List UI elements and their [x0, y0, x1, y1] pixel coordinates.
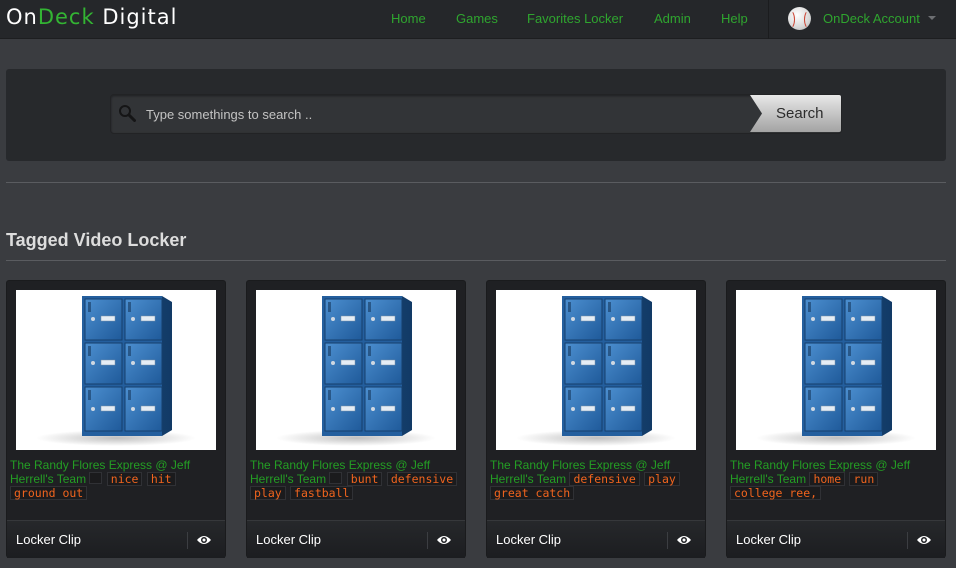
tag-chip[interactable]: hit	[146, 472, 176, 486]
brand-logo[interactable]: OnDeck Digital	[6, 5, 177, 29]
locker-card: The Randy Flores Express @ Jeff Herrell'…	[726, 280, 946, 558]
search-input[interactable]	[146, 104, 736, 124]
nav-games[interactable]: Games	[456, 11, 498, 26]
brand-text-digital: Digital	[94, 5, 178, 29]
nav-admin[interactable]: Admin	[654, 11, 691, 26]
locker-thumbnail[interactable]	[496, 290, 696, 450]
card-footer: Locker Clip	[727, 520, 945, 558]
account-menu[interactable]: OnDeck Account	[823, 11, 920, 26]
nav-favorites-locker[interactable]: Favorites Locker	[527, 11, 623, 26]
chevron-down-icon[interactable]	[928, 16, 936, 20]
tag-chip[interactable]: fastball	[290, 486, 354, 500]
tag-chip[interactable]: run	[849, 472, 879, 486]
tag-chip[interactable]: college ree,	[730, 486, 822, 500]
eye-icon[interactable]	[196, 533, 212, 547]
eye-icon[interactable]	[676, 533, 692, 547]
divider	[6, 182, 946, 183]
eye-icon[interactable]	[436, 533, 452, 547]
tag-chip[interactable]	[89, 472, 103, 484]
card-footer: Locker Clip	[247, 520, 465, 558]
locker-card: The Randy Flores Express @ Jeff Herrell'…	[246, 280, 466, 558]
footer-separator	[427, 532, 428, 549]
divider	[6, 260, 946, 261]
tag-chip[interactable]: nice	[106, 472, 143, 486]
tag-chip[interactable]: defensive	[569, 472, 640, 486]
nav-help[interactable]: Help	[721, 11, 748, 26]
top-navbar: OnDeck Digital Home Games Favorites Lock…	[0, 0, 956, 39]
tag-chip[interactable]: great catch	[490, 486, 575, 500]
footer-separator	[187, 532, 188, 549]
locker-thumbnail[interactable]	[736, 290, 936, 450]
footer-separator	[907, 532, 908, 549]
search-icon	[119, 105, 136, 122]
tag-chip[interactable]: ground out	[10, 486, 88, 500]
locker-thumbnail[interactable]	[16, 290, 216, 450]
footer-separator	[667, 532, 668, 549]
card-footer-label: Locker Clip	[496, 532, 562, 547]
card-footer: Locker Clip	[7, 520, 225, 558]
section-title: Tagged Video Locker	[6, 230, 187, 250]
brand-text-on: On	[6, 5, 38, 29]
card-footer-label: Locker Clip	[256, 532, 322, 547]
tag-chip[interactable]: play	[250, 486, 286, 500]
tag-chip[interactable]: play	[644, 472, 680, 486]
brand-text-deck: Deck	[37, 5, 95, 29]
search-button-label: Search	[776, 105, 824, 122]
locker-card: The Randy Flores Express @ Jeff Herrell'…	[6, 280, 226, 558]
nav-divider	[768, 0, 769, 39]
locker-thumbnail[interactable]	[256, 290, 456, 450]
account-avatar[interactable]	[788, 7, 811, 30]
search-button[interactable]: Search	[750, 95, 841, 132]
card-footer: Locker Clip	[487, 520, 705, 558]
tag-chip[interactable]	[329, 472, 343, 484]
tag-chip[interactable]: home	[809, 472, 846, 486]
card-footer-label: Locker Clip	[736, 532, 802, 547]
tag-chip[interactable]: bunt	[346, 472, 383, 486]
tag-chip[interactable]: defensive	[386, 472, 458, 486]
eye-icon[interactable]	[916, 533, 932, 547]
nav-home[interactable]: Home	[391, 11, 426, 26]
card-footer-label: Locker Clip	[16, 532, 82, 547]
locker-card: The Randy Flores Express @ Jeff Herrell'…	[486, 280, 706, 558]
